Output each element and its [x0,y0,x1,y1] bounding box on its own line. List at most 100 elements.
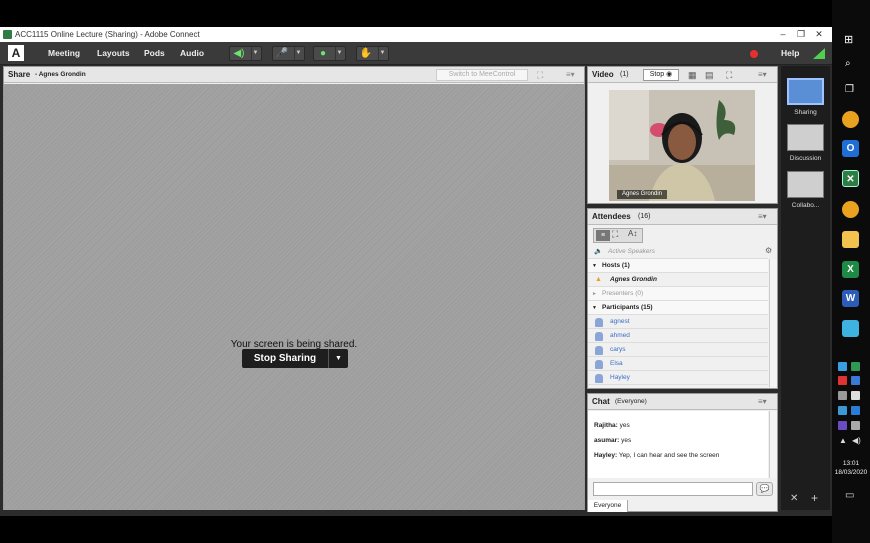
word-icon[interactable]: W [842,290,859,307]
notifications-icon[interactable]: ▭ [845,490,854,501]
chat-scrollbar[interactable] [769,411,777,478]
host-name: Agnes Grondin [610,276,657,283]
presenters-group-row[interactable]: ► Presenters (0) [588,287,768,301]
participant-name: Elsa [610,360,623,367]
settings-icon[interactable]: ⚙ [765,246,772,255]
menu-audio[interactable]: Audio [180,42,204,65]
excel-icon[interactable]: X [842,261,859,278]
webcam-toggle-button[interactable]: ● ▼ [313,46,346,61]
list-item[interactable]: ahmed [588,329,768,343]
list-view-icon[interactable]: ≡ [596,230,610,241]
chevron-down-icon[interactable]: ▼ [592,259,597,273]
send-message-button[interactable]: 💬 [756,482,773,496]
stop-video-label[interactable]: Stop [650,71,664,78]
app-window: ACC1115 Online Lecture (Sharing) - Adobe… [0,27,832,516]
layout-collaboration[interactable] [787,171,824,198]
tray-icon[interactable] [851,391,860,400]
chat-input[interactable] [593,482,753,496]
layout-label: Discussion [789,155,822,162]
task-view-icon[interactable]: ❐ [845,84,854,95]
chrome-icon[interactable] [842,111,859,128]
list-item[interactable]: Hayley [588,371,768,385]
sort-icon[interactable]: A↕ [628,229,637,238]
pod-options-icon[interactable]: ≡▾ [758,209,767,225]
add-layout-icon[interactable]: + [811,491,818,505]
tray-icon[interactable] [838,406,847,415]
wifi-icon[interactable]: ▲ [839,436,847,445]
tray-icon[interactable] [838,362,847,371]
tray-icon[interactable] [838,376,847,385]
tray-icon[interactable] [838,421,847,430]
hosts-group-row[interactable]: ▼ Hosts (1) [588,259,768,273]
volume-icon[interactable]: ◀) [852,436,861,445]
tray-icon[interactable] [851,406,860,415]
clock-time[interactable]: 13:01 [832,460,870,467]
chevron-down-icon[interactable]: ▼ [294,47,302,60]
share-pod-title: Share [8,70,31,79]
file-explorer-icon[interactable] [842,231,859,248]
host-row[interactable]: ▲ Agnes Grondin [588,273,768,287]
active-speakers-row: 🔈 Active Speakers [588,245,768,259]
chat-tab-everyone[interactable]: Everyone [588,500,628,512]
presenters-group-label: Presenters (0) [602,290,644,297]
raise-hand-icon: ✋ [359,48,373,59]
help-menu[interactable]: Help [781,42,799,65]
chevron-down-icon[interactable]: ▼ [251,47,259,60]
clock-date[interactable]: 18/03/2020 [832,469,870,476]
tools-icon[interactable]: ✕ [790,493,798,504]
stop-sharing-label[interactable]: Stop Sharing [242,349,328,368]
video-pod-title: Video [592,70,614,79]
chat-pod-header: Chat (Everyone) ≡▾ [588,394,777,410]
stop-video-button[interactable]: Stop ◉ [643,69,679,81]
app-icon[interactable] [842,320,859,337]
chevron-down-icon[interactable]: ▼ [592,301,597,315]
tray-icon[interactable] [838,391,847,400]
filmstrip-view-icon[interactable]: ▤ [705,67,714,83]
pod-options-icon[interactable]: ≡▾ [758,394,767,410]
tray-icon[interactable] [851,362,860,371]
list-item[interactable]: agnest [588,315,768,329]
maximize-button[interactable]: ❐ [792,27,810,42]
speaker-icon: ◀) [233,48,245,59]
menu-pods[interactable]: Pods [144,42,165,65]
attendee-scrollbar[interactable] [769,259,777,387]
minimize-button[interactable]: – [774,27,792,42]
layout-discussion[interactable] [787,124,824,151]
pod-options-icon[interactable]: ≡▾ [566,67,575,83]
close-button[interactable]: ✕ [810,27,828,42]
chevron-down-icon[interactable]: ▼ [378,47,386,60]
attendees-pod: Attendees (16) ≡▾ ≡ ⛶ A↕ 🔈 Active Speake… [587,208,778,389]
pod-options-icon[interactable]: ≡▾ [758,67,767,83]
chevron-right-icon[interactable]: ► [592,287,597,301]
windows-taskbar: ⊞ ⌕ ❐ O ✕ X W ▲ ◀) 13:01 18/03/2020 ▭ [832,0,870,543]
fullscreen-icon[interactable]: ⛶ [726,67,732,83]
breakout-view-icon[interactable]: ⛶ [612,229,618,240]
connection-signal-icon [813,48,825,59]
participants-group-row[interactable]: ▼ Participants (15) [588,301,768,315]
chevron-down-icon[interactable]: ▼ [335,47,343,60]
chat-sender: Hayley: [594,452,618,459]
windows-start-icon[interactable]: ⊞ [844,33,853,46]
adobe-connect-taskbar-icon[interactable]: ✕ [842,170,859,187]
tray-icon[interactable] [851,421,860,430]
status-button[interactable]: ✋ ▼ [356,46,389,61]
list-item[interactable]: Elsa [588,357,768,371]
switch-control-button[interactable]: Switch to MeeControl [436,69,528,81]
list-item[interactable]: carys [588,343,768,357]
tray-icon[interactable] [851,376,860,385]
speaker-toggle-button[interactable]: ◀) ▼ [229,46,262,61]
outlook-icon[interactable]: O [842,140,859,157]
participant-name: ahmed [610,332,630,339]
fullscreen-icon[interactable]: ⛶ [537,67,543,83]
chrome-icon[interactable] [842,201,859,218]
menu-layouts[interactable]: Layouts [97,42,130,65]
chevron-down-icon[interactable]: ▼ [328,349,348,368]
search-icon[interactable]: ⌕ [845,58,851,69]
recording-indicator-icon[interactable] [750,50,758,58]
layout-sharing[interactable] [787,78,824,105]
grid-view-icon[interactable]: ▦ [688,67,697,83]
microphone-toggle-button[interactable]: 🎤 ▼ [272,46,305,61]
stop-sharing-button[interactable]: Stop Sharing ▼ [242,349,348,368]
attendees-pod-title: Attendees [592,212,631,221]
menu-meeting[interactable]: Meeting [48,42,80,65]
